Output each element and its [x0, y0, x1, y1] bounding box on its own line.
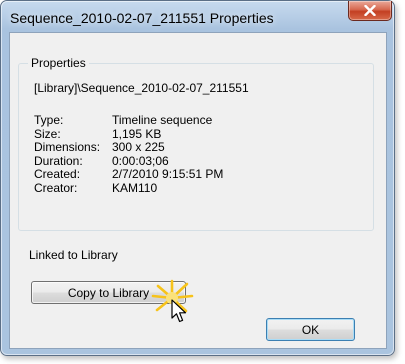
close-icon: [364, 5, 376, 16]
properties-list: Type: Timeline sequence Size: 1,195 KB D…: [34, 113, 224, 196]
property-key: Dimensions:: [34, 140, 101, 154]
property-row-size: Size: 1,195 KB: [34, 126, 223, 142]
property-value: 0:00:03;06: [112, 153, 169, 168]
property-key: Duration:: [34, 153, 83, 168]
property-row-dimensions: Dimensions: 300 x 225: [34, 140, 223, 155]
property-value: 2/7/2010 9:15:51 PM: [112, 167, 224, 181]
property-key: Type:: [34, 113, 64, 127]
item-path: [Library]\Sequence_2010-02-07_211551: [34, 81, 249, 95]
close-button[interactable]: [348, 1, 392, 21]
property-key: Created:: [34, 167, 81, 181]
property-row-creator: Creator: KAM110: [34, 180, 223, 196]
property-key: Size:: [34, 126, 61, 141]
ok-button[interactable]: OK: [266, 318, 355, 341]
linked-to-library-label: Linked to Library: [29, 248, 118, 262]
property-key: Creator:: [34, 180, 78, 195]
property-row-type: Type: Timeline sequence: [34, 113, 223, 128]
properties-group-label: Properties: [28, 56, 89, 70]
property-value: 1,195 KB: [112, 126, 162, 141]
property-value: Timeline sequence: [112, 113, 213, 127]
mouse-pointer-icon: [171, 299, 187, 323]
property-row-duration: Duration: 0:00:03;06: [34, 153, 223, 169]
property-value: KAM110: [112, 180, 158, 195]
window-title: Sequence_2010-02-07_211551 Properties: [10, 10, 274, 26]
property-value: 300 x 225: [112, 140, 165, 154]
property-row-created: Created: 2/7/2010 9:15:51 PM: [34, 167, 224, 182]
